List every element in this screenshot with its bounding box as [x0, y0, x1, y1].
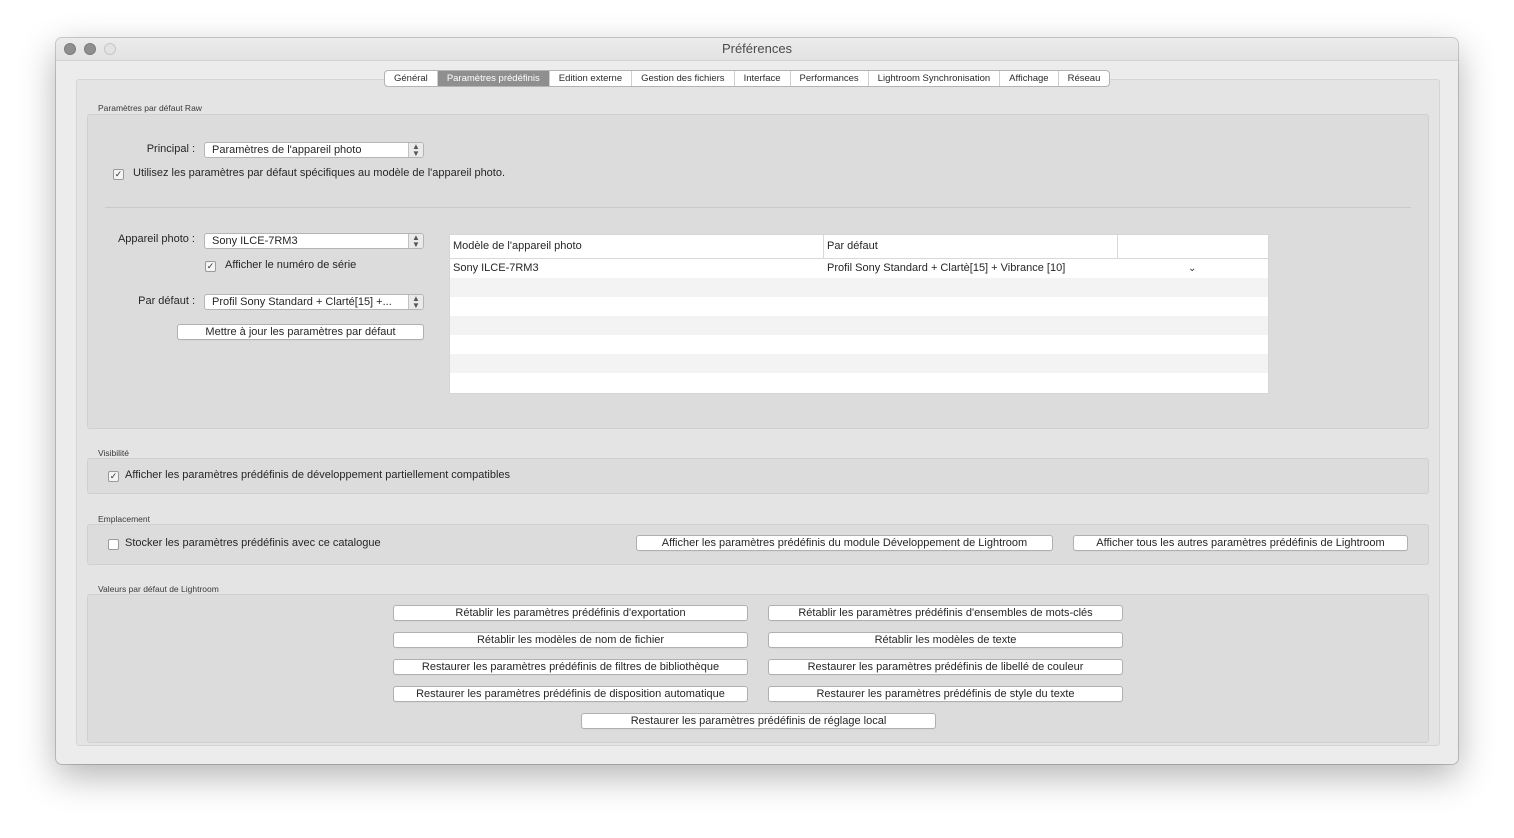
- column-header-empty: [1117, 235, 1268, 258]
- partial-compat-label: Afficher les paramètres prédéfinis de dé…: [125, 469, 511, 481]
- select-stepper-icon: ▲ ▼: [408, 295, 423, 309]
- tab-interface[interactable]: Interface: [735, 71, 791, 86]
- select-stepper-icon: ▲ ▼: [408, 143, 423, 157]
- camera-defaults-table: Modèle de l'appareil photo Par défaut So…: [449, 234, 1269, 394]
- chevron-down-icon[interactable]: ⌄: [1188, 259, 1196, 278]
- camera-select[interactable]: Sony ILCE-7RM3 ▲ ▼: [204, 233, 424, 249]
- table-row-empty: [450, 335, 1268, 354]
- restore-library-filter-presets-button[interactable]: Restaurer les paramètres prédéfinis de f…: [393, 659, 748, 675]
- camera-label: Appareil photo :: [117, 233, 195, 245]
- restore-local-adjustment-presets-button[interactable]: Restaurer les paramètres prédéfinis de r…: [581, 713, 936, 729]
- partial-compat-checkbox[interactable]: ✓: [108, 471, 119, 482]
- principal-select-value: Paramètres de l'appareil photo: [212, 144, 362, 156]
- table-row-empty: [450, 297, 1268, 316]
- column-header-model[interactable]: Modèle de l'appareil photo: [450, 235, 823, 258]
- table-cell-default[interactable]: Profil Sony Standard + Clartè[15] + Vibr…: [827, 259, 1065, 278]
- lightroom-defaults-group: Rétablir les paramètres prédéfinis d'exp…: [87, 594, 1429, 743]
- preferences-window: Préférences Général Paramètres prédéfini…: [56, 38, 1458, 764]
- reset-export-presets-button[interactable]: Rétablir les paramètres prédéfinis d'exp…: [393, 605, 748, 621]
- tab-display[interactable]: Affichage: [1000, 71, 1059, 86]
- table-header: Modèle de l'appareil photo Par défaut: [450, 235, 1268, 259]
- select-stepper-icon: ▲ ▼: [408, 234, 423, 248]
- raw-defaults-section-label: Paramètres par défaut Raw: [98, 103, 202, 113]
- show-develop-presets-button[interactable]: Afficher les paramètres prédéfinis du mo…: [636, 535, 1053, 551]
- table-row-empty: [450, 316, 1268, 335]
- visibility-group: ✓ Afficher les paramètres prédéfinis de …: [87, 458, 1429, 494]
- update-defaults-button[interactable]: Mettre à jour les paramètres par défaut: [177, 324, 424, 340]
- restore-color-label-presets-button[interactable]: Restaurer les paramètres prédéfinis de l…: [768, 659, 1123, 675]
- store-with-catalog-checkbox[interactable]: [108, 539, 119, 550]
- camera-select-value: Sony ILCE-7RM3: [212, 235, 298, 247]
- close-window-button[interactable]: [64, 43, 76, 55]
- zoom-window-button[interactable]: [104, 43, 116, 55]
- store-with-catalog-label: Stocker les paramètres prédéfinis avec c…: [125, 537, 381, 549]
- visibility-section-label: Visibilité: [98, 448, 130, 458]
- tab-performance[interactable]: Performances: [791, 71, 869, 86]
- raw-defaults-group: Principal : Paramètres de l'appareil pho…: [87, 114, 1429, 429]
- camera-specific-defaults-label: Utilisez les paramètres par défaut spéci…: [133, 167, 506, 179]
- lightroom-defaults-section-label: Valeurs par défaut de Lightroom: [98, 584, 219, 594]
- restore-text-style-presets-button[interactable]: Restaurer les paramètres prédéfinis de s…: [768, 686, 1123, 702]
- table-row[interactable]: Sony ILCE-7RM3 Profil Sony Standard + Cl…: [450, 259, 1268, 278]
- show-serial-checkbox[interactable]: ✓: [205, 261, 216, 272]
- minimize-window-button[interactable]: [84, 43, 96, 55]
- camera-specific-defaults-checkbox[interactable]: ✓: [113, 169, 124, 180]
- tab-general[interactable]: Général: [385, 71, 438, 86]
- presets-panel: Paramètres par défaut Raw Principal : Pa…: [76, 79, 1440, 746]
- raw-divider: [105, 207, 1411, 208]
- reset-filename-templates-button[interactable]: Rétablir les modèles de nom de fichier: [393, 632, 748, 648]
- column-header-default[interactable]: Par défaut: [823, 235, 1117, 258]
- location-group: Stocker les paramètres prédéfinis avec c…: [87, 524, 1429, 565]
- principal-label: Principal :: [146, 143, 195, 155]
- default-select-value: Profil Sony Standard + Clarté[15] +...: [212, 296, 392, 308]
- tab-presets[interactable]: Paramètres prédéfinis: [437, 71, 550, 86]
- tab-file-handling[interactable]: Gestion des fichiers: [632, 71, 735, 86]
- preferences-tabs: Général Paramètres prédéfinis Edition ex…: [384, 70, 1111, 87]
- title-bar: Préférences: [56, 38, 1458, 61]
- window-title: Préférences: [721, 41, 793, 56]
- show-all-presets-button[interactable]: Afficher tous les autres paramètres préd…: [1073, 535, 1408, 551]
- default-select[interactable]: Profil Sony Standard + Clarté[15] +... ▲…: [204, 294, 424, 310]
- default-label: Par défaut :: [138, 295, 195, 307]
- table-row-empty: [450, 354, 1268, 373]
- restore-auto-layout-presets-button[interactable]: Restaurer les paramètres prédéfinis de d…: [393, 686, 748, 702]
- table-row-empty: [450, 278, 1268, 297]
- principal-select[interactable]: Paramètres de l'appareil photo ▲ ▼: [204, 142, 424, 158]
- reset-keyword-set-presets-button[interactable]: Rétablir les paramètres prédéfinis d'ens…: [768, 605, 1123, 621]
- reset-text-templates-button[interactable]: Rétablir les modèles de texte: [768, 632, 1123, 648]
- location-section-label: Emplacement: [98, 514, 150, 524]
- table-cell-model: Sony ILCE-7RM3: [453, 262, 539, 274]
- show-serial-label: Afficher le numéro de série: [225, 259, 357, 271]
- tab-lightroom-sync[interactable]: Lightroom Synchronisation: [869, 71, 1001, 86]
- table-row-empty: [450, 373, 1268, 392]
- tab-network[interactable]: Réseau: [1059, 71, 1110, 86]
- tab-external-editing[interactable]: Edition externe: [550, 71, 633, 86]
